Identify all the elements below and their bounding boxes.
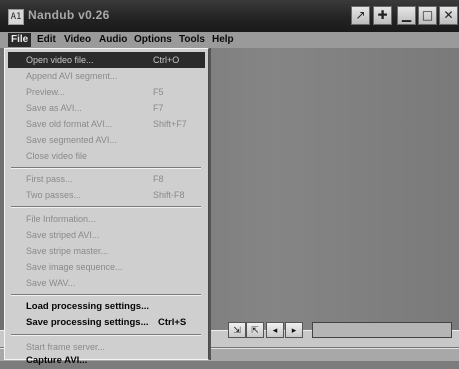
menu-separator bbox=[11, 167, 201, 169]
close-icon[interactable]: ✕ bbox=[439, 6, 458, 25]
menu-save-wav[interactable]: Save WAV... bbox=[8, 275, 205, 291]
menu-two-passes-shortcut: Shift-F8 bbox=[153, 190, 185, 200]
menu-preview[interactable]: Preview... F5 bbox=[8, 84, 205, 100]
menu-save-processing-shortcut: Ctrl+S bbox=[158, 317, 187, 328]
menu-save-stripe-master[interactable]: Save stripe master... bbox=[8, 243, 205, 259]
menu-help[interactable]: Help bbox=[209, 33, 237, 47]
menu-first-pass-label: First pass... bbox=[26, 174, 73, 184]
menu-save-old-format-shortcut: Shift+F7 bbox=[153, 119, 187, 129]
menu-two-passes[interactable]: Two passes... Shift-F8 bbox=[8, 187, 205, 203]
menu-save-image-sequence-label: Save image sequence... bbox=[26, 262, 123, 272]
menu-close-video-label: Close video file bbox=[26, 151, 88, 161]
menu-save-as-avi-label: Save as AVI... bbox=[26, 103, 82, 113]
menu-options[interactable]: Options bbox=[131, 33, 175, 47]
menu-open-video[interactable]: Open video file... Ctrl+O bbox=[8, 52, 205, 68]
menu-save-as-avi-shortcut: F7 bbox=[153, 103, 164, 113]
window-title: Nandub v0.26 bbox=[28, 8, 110, 22]
menu-capture-avi[interactable]: Capture AVI... bbox=[8, 353, 205, 369]
menu-save-processing-label: Save processing settings... bbox=[26, 317, 149, 328]
menu-separator bbox=[11, 294, 201, 296]
next-keyframe-button[interactable]: ▸ bbox=[285, 322, 303, 338]
mark-out-button[interactable]: ⇱ bbox=[246, 322, 264, 338]
title-bar: A1 Nandub v0.26 ↗ ✚ ▁ □ ✕ bbox=[0, 0, 459, 32]
menu-tools[interactable]: Tools bbox=[176, 33, 208, 47]
menu-file-information[interactable]: File Information... bbox=[8, 211, 205, 227]
menu-separator bbox=[11, 334, 201, 336]
menu-first-pass-shortcut: F8 bbox=[153, 174, 164, 184]
frame-indicator bbox=[312, 322, 452, 338]
menu-save-as-avi[interactable]: Save as AVI... F7 bbox=[8, 100, 205, 116]
menu-file-information-label: File Information... bbox=[26, 214, 96, 224]
menu-capture-avi-label: Capture AVI... bbox=[26, 355, 88, 366]
move-icon[interactable]: ✚ bbox=[373, 6, 392, 25]
menu-load-processing[interactable]: Load processing settings... bbox=[8, 299, 205, 315]
menu-save-wav-label: Save WAV... bbox=[26, 278, 76, 288]
menu-load-processing-label: Load processing settings... bbox=[26, 301, 149, 312]
prev-keyframe-button[interactable]: ◂ bbox=[266, 322, 284, 338]
menu-separator bbox=[11, 206, 201, 208]
menu-file[interactable]: File bbox=[8, 33, 32, 47]
menu-save-processing[interactable]: Save processing settings... Ctrl+S bbox=[8, 315, 205, 331]
app-icon: A1 bbox=[8, 9, 24, 25]
mark-in-button[interactable]: ⇲ bbox=[228, 322, 246, 338]
menu-two-passes-label: Two passes... bbox=[26, 190, 82, 200]
menu-audio[interactable]: Audio bbox=[96, 33, 130, 47]
menu-save-striped-label: Save striped AVI... bbox=[26, 230, 100, 240]
menu-save-segmented[interactable]: Save segmented AVI... bbox=[8, 132, 205, 148]
menu-append-avi[interactable]: Append AVI segment... bbox=[8, 68, 205, 84]
menu-save-striped[interactable]: Save striped AVI... bbox=[8, 227, 205, 243]
menu-first-pass[interactable]: First pass... F8 bbox=[8, 171, 205, 187]
minimize-icon[interactable]: ▁ bbox=[397, 6, 416, 25]
maximize-icon[interactable]: □ bbox=[418, 6, 437, 25]
menu-preview-shortcut: F5 bbox=[153, 87, 164, 97]
menu-append-avi-label: Append AVI segment... bbox=[26, 71, 118, 81]
arrow-diagonal-icon[interactable]: ↗ bbox=[351, 6, 370, 25]
menu-bar: File Edit Video Audio Options Tools Help bbox=[0, 32, 459, 48]
menu-close-video[interactable]: Close video file bbox=[8, 148, 205, 164]
menu-video[interactable]: Video bbox=[61, 33, 94, 47]
menu-save-segmented-label: Save segmented AVI... bbox=[26, 135, 117, 145]
file-menu-dropdown: Open video file... Ctrl+O Append AVI seg… bbox=[4, 48, 209, 366]
menu-open-video-shortcut: Ctrl+O bbox=[153, 55, 180, 65]
menu-open-video-label: Open video file... bbox=[26, 55, 94, 65]
menu-save-old-format-label: Save old format AVI... bbox=[26, 119, 113, 129]
menu-edit[interactable]: Edit bbox=[34, 33, 59, 47]
menu-save-old-format[interactable]: Save old format AVI... Shift+F7 bbox=[8, 116, 205, 132]
menu-preview-label: Preview... bbox=[26, 87, 66, 97]
menu-save-stripe-master-label: Save stripe master... bbox=[26, 246, 109, 256]
menu-save-image-sequence[interactable]: Save image sequence... bbox=[8, 259, 205, 275]
